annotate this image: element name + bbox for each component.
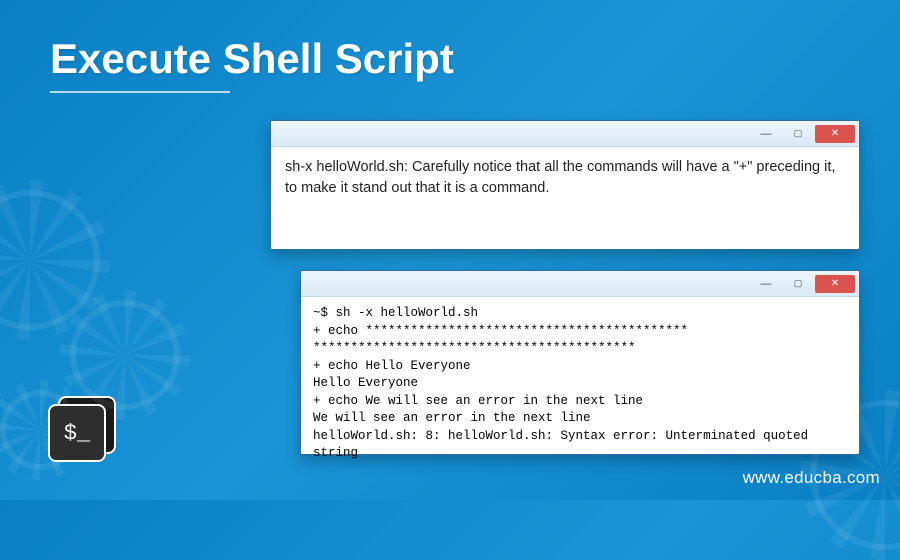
terminal-output: ~$ sh -x helloWorld.sh + echo **********…: [301, 297, 859, 471]
shell-script-icon: $_: [40, 390, 120, 470]
terminal-line: We will see an error in the next line: [313, 411, 591, 425]
terminal-line: ~$ sh -x helloWorld.sh: [313, 306, 478, 320]
shell-prompt-glyph: $_: [64, 421, 90, 446]
window-titlebar: [271, 121, 859, 147]
icon-cube-front: $_: [48, 404, 106, 462]
terminal-line: Hello Everyone: [313, 376, 418, 390]
minimize-button[interactable]: [751, 275, 781, 293]
terminal-line: ****************************************…: [313, 341, 636, 355]
page-title: Execute Shell Script: [0, 0, 900, 83]
terminal-line: + echo *********************************…: [313, 324, 688, 338]
terminal-line: + echo Hello Everyone: [313, 359, 471, 373]
explanation-window: sh-x helloWorld.sh: Carefully notice tha…: [270, 120, 860, 250]
close-button[interactable]: [815, 125, 855, 143]
window-titlebar: [301, 271, 859, 297]
bg-decoration-gear: [0, 190, 100, 330]
terminal-line: + echo We will see an error in the next …: [313, 394, 643, 408]
terminal-window: ~$ sh -x helloWorld.sh + echo **********…: [300, 270, 860, 455]
maximize-button[interactable]: [783, 125, 813, 143]
title-underline: [50, 91, 230, 93]
explanation-text: sh-x helloWorld.sh: Carefully notice tha…: [271, 147, 859, 209]
minimize-button[interactable]: [751, 125, 781, 143]
terminal-line: helloWorld.sh: 8: helloWorld.sh: Syntax …: [313, 429, 816, 461]
watermark-url: www.educba.com: [743, 468, 880, 488]
maximize-button[interactable]: [783, 275, 813, 293]
close-button[interactable]: [815, 275, 855, 293]
